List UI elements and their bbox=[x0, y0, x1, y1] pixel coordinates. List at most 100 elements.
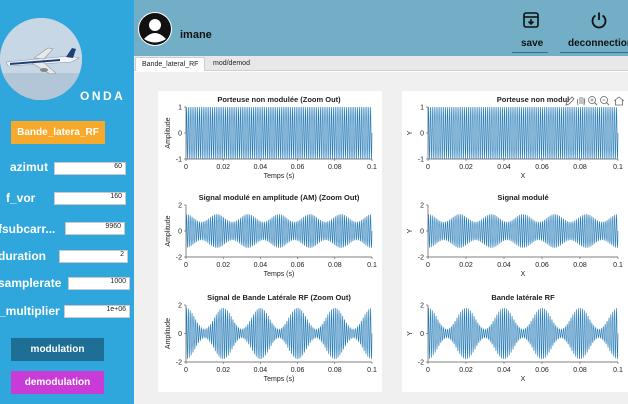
username: imane bbox=[180, 29, 212, 41]
x-tick-label: 0.06 bbox=[535, 262, 549, 269]
x-tick-label: 0.08 bbox=[328, 164, 342, 171]
f-vor-input[interactable]: 160 bbox=[54, 192, 126, 205]
save-underline bbox=[512, 52, 548, 53]
azimut-label: azimut bbox=[10, 160, 49, 174]
x-tick-label: 0.08 bbox=[328, 262, 342, 269]
y-axis-label: Amplitude bbox=[165, 117, 172, 148]
y-tick-label: 2 bbox=[420, 303, 424, 310]
chart-porteuse-zoom-out: Porteuse non modulée (Zoom Out)10-10 0.02… bbox=[165, 95, 377, 180]
chart-title: Porteuse non modulée (Zoom Out) bbox=[217, 95, 341, 104]
power-icon[interactable] bbox=[590, 11, 608, 29]
y-tick-label: 1 bbox=[420, 105, 424, 112]
x-tick-label: 0 bbox=[184, 164, 188, 171]
samplerate-input[interactable]: 1000 bbox=[68, 277, 130, 290]
azimut-input[interactable]: 60 bbox=[54, 162, 126, 175]
x-axis-label: X bbox=[521, 271, 526, 278]
x-tick-label: 0.1 bbox=[613, 164, 623, 171]
x-tick-label: 0.02 bbox=[459, 367, 473, 374]
x-tick-label: 0 bbox=[426, 367, 430, 374]
chart-title: Bande latérale RF bbox=[491, 293, 555, 302]
multiplier-label: _multiplier bbox=[0, 304, 60, 318]
save-label[interactable]: save bbox=[521, 38, 543, 49]
y-tick-label: -1 bbox=[418, 157, 424, 164]
chart-title: Signal de Bande Latérale RF (Zoom Out) bbox=[207, 293, 351, 302]
series-line bbox=[185, 214, 373, 248]
x-tick-label: 0.08 bbox=[573, 262, 587, 269]
chart-am-zoom-out: Signal modulé en amplitude (AM) (Zoom Ou… bbox=[165, 193, 377, 278]
y-tick-label: 0 bbox=[178, 131, 182, 138]
series-line bbox=[427, 106, 619, 160]
plots-area: Porteuse non modulée (Zoom Out) 1 0 -1 0 0.02… bbox=[134, 72, 628, 404]
user-avatar bbox=[138, 12, 172, 46]
x-tick-label: 0 bbox=[184, 262, 188, 269]
y-tick-label: -2 bbox=[176, 360, 182, 367]
fsubcarr-label: fsubcarr... bbox=[0, 222, 56, 236]
chart-bande-laterale: Bande latérale RF20-20 0.02 0.04 0.06 0.08 0.… bbox=[407, 293, 623, 383]
tab-bar: Bande_lateral_RF mod/demod bbox=[134, 56, 628, 71]
y-tick-label: 0 bbox=[420, 229, 424, 236]
x-tick-label: 0.02 bbox=[459, 164, 473, 171]
y-tick-label: 0 bbox=[178, 229, 182, 236]
zoom-in-icon[interactable] bbox=[588, 96, 598, 106]
x-tick-label: 0.1 bbox=[367, 262, 377, 269]
pencil-icon[interactable] bbox=[565, 96, 575, 106]
y-axis-label: Amplitude bbox=[165, 318, 172, 349]
app-window: ONDA Bande_latera_RF azimut 60 f_vor 160… bbox=[0, 0, 628, 404]
x-tick-label: 0.1 bbox=[613, 367, 623, 374]
y-tick-label: 1 bbox=[178, 105, 182, 112]
deconnection-label[interactable]: deconnection bbox=[568, 38, 628, 49]
x-tick-label: 0.06 bbox=[535, 367, 549, 374]
x-tick-label: 0.06 bbox=[535, 164, 549, 171]
y-axis-label: Y bbox=[407, 130, 414, 135]
sidebar: ONDA Bande_latera_RF azimut 60 f_vor 160… bbox=[0, 0, 134, 404]
save-icon[interactable] bbox=[522, 11, 540, 29]
y-axis-label: Amplitude bbox=[165, 215, 172, 246]
chart-title: Signal modulé en amplitude (AM) (Zoom Ou… bbox=[199, 193, 360, 202]
x-tick-label: 0.08 bbox=[328, 367, 342, 374]
series-line bbox=[185, 106, 373, 160]
y-tick-label: -1 bbox=[176, 157, 182, 164]
series-line bbox=[185, 307, 373, 360]
samplerate-label: samplerate bbox=[0, 276, 62, 290]
x-tick-label: 0.02 bbox=[459, 262, 473, 269]
x-tick-label: 0.06 bbox=[291, 164, 305, 171]
y-tick-label: -2 bbox=[418, 360, 424, 367]
deconnection-underline bbox=[560, 52, 628, 53]
x-axis-label: Temps (s) bbox=[264, 173, 295, 180]
x-tick-label: 0.1 bbox=[367, 164, 377, 171]
x-tick-label: 0.06 bbox=[291, 262, 305, 269]
pan-hand-icon[interactable] bbox=[577, 97, 585, 106]
modulation-button[interactable]: modulation bbox=[11, 338, 104, 361]
y-tick-label: 0 bbox=[420, 131, 424, 138]
y-tick-label: 2 bbox=[178, 303, 182, 310]
duration-label: duration bbox=[0, 249, 46, 263]
y-tick-label: 2 bbox=[420, 203, 424, 210]
zoom-out-icon[interactable] bbox=[600, 96, 610, 106]
x-tick-label: 0 bbox=[426, 262, 430, 269]
y-tick-label: 2 bbox=[178, 203, 182, 210]
bande-lateral-button[interactable]: Bande_latera_RF bbox=[11, 121, 105, 144]
tab-bande-lateral-rf[interactable]: Bande_lateral_RF bbox=[135, 57, 205, 71]
x-tick-label: 0.04 bbox=[497, 262, 511, 269]
duration-input[interactable]: 2 bbox=[59, 250, 128, 263]
y-tick-label: 0 bbox=[420, 331, 424, 338]
x-tick-label: 0.06 bbox=[291, 367, 305, 374]
x-axis-label: X bbox=[521, 173, 526, 180]
x-tick-label: 0 bbox=[184, 367, 188, 374]
airplane-logo bbox=[0, 18, 82, 100]
brand-name: ONDA bbox=[80, 89, 126, 103]
x-tick-label: 0.04 bbox=[254, 262, 268, 269]
y-axis-label: Y bbox=[407, 331, 414, 336]
tab-mod-demod[interactable]: mod/demod bbox=[207, 57, 267, 71]
multiplier-input[interactable]: 1e+06 bbox=[64, 305, 130, 318]
plot-modebar bbox=[564, 94, 628, 106]
home-icon[interactable] bbox=[613, 96, 625, 106]
fsubcarr-input[interactable]: 9960 bbox=[65, 222, 125, 235]
demodulation-button[interactable]: demodulation bbox=[11, 371, 104, 394]
y-tick-label: 0 bbox=[178, 331, 182, 338]
x-tick-label: 0.02 bbox=[216, 164, 230, 171]
x-tick-label: 0.04 bbox=[497, 164, 511, 171]
x-tick-label: 0.08 bbox=[573, 367, 587, 374]
x-tick-label: 0 bbox=[426, 164, 430, 171]
x-tick-label: 0.04 bbox=[497, 367, 511, 374]
